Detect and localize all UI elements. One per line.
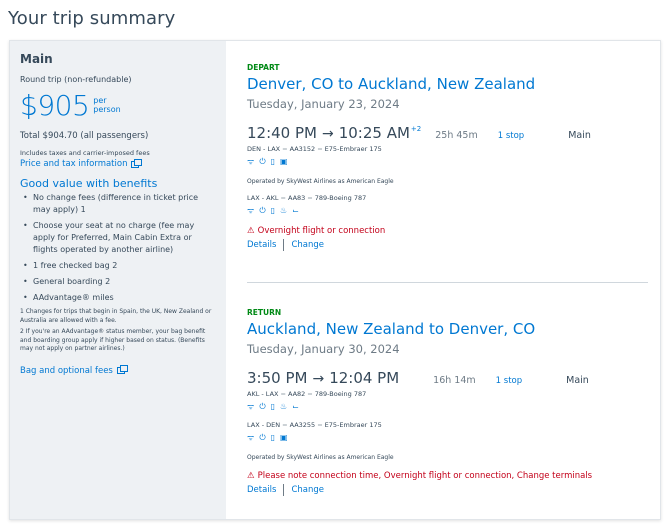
per-person-label: per person [93, 96, 121, 114]
depart-flight-1-amenities: ᯤ ⏻ ▯ ▣ [247, 157, 647, 167]
usb-icon: ▯ [270, 433, 276, 442]
usb-icon: ▯ [270, 206, 276, 215]
depart-flight-2-amenities: ᯤ ⏻ ▯ ♨ ⌙ [247, 206, 647, 216]
return-flight-2-amenities: ᯤ ⏻ ▯ ▣ [247, 433, 647, 443]
usb-icon: ▯ [270, 402, 276, 411]
depart-actions: Details Change [247, 239, 647, 251]
depart-segment: DEPART Denver, CO to Auckland, New Zeala… [247, 63, 647, 251]
return-flight-1-amenities: ᯤ ⏻ ▯ ♨ ⌙ [247, 402, 647, 412]
wifi-icon: ᯤ [247, 402, 255, 411]
price-per-person: $905 [20, 89, 90, 122]
arrow-right-icon: → [312, 371, 325, 387]
wifi-icon: ᯤ [247, 157, 255, 166]
depart-label: DEPART [247, 63, 280, 72]
return-cabin: Main [566, 375, 589, 386]
food-icon: ♨ [280, 206, 288, 215]
trip-summary-card: Main Round trip (non-refundable) $905 pe… [9, 40, 661, 520]
benefit-item: No change fees (difference in ticket pri… [20, 192, 215, 216]
depart-stops-link[interactable]: 1 stop [498, 131, 524, 141]
return-duration: 16h 14m [433, 375, 476, 386]
power-icon: ⏻ [259, 157, 266, 166]
segment-divider [247, 282, 648, 283]
benefit-item: 1 free checked bag 2 [20, 260, 215, 272]
food-icon: ♨ [280, 402, 288, 411]
lie-flat-seat-icon: ⌙ [292, 402, 299, 411]
benefit-item: General boarding 2 [20, 276, 215, 288]
day-offset-badge: +2 [410, 125, 422, 133]
return-actions: Details Change [247, 484, 647, 496]
benefit-item: Choose your seat at no charge (fee may a… [20, 220, 215, 256]
wifi-icon: ᯤ [247, 206, 255, 215]
return-route: Auckland, New Zealand to Denver, CO [247, 320, 536, 338]
return-flight-2: LAX - DEN = AA3255 = E75-Embraer 175 [247, 421, 382, 429]
fare-name: Main [20, 52, 53, 66]
benefits-list: No change fees (difference in ticket pri… [20, 192, 215, 304]
footnote-2: 2 If you're an AAdvantage® status member… [20, 328, 206, 352]
usb-icon: ▯ [270, 157, 276, 166]
divider [283, 239, 285, 251]
depart-time-row: 12:40 PM → 10:25 AM +2 25h 45m 1 stop Ma… [247, 124, 647, 142]
depart-flight-1: DEN - LAX = AA3152 = E75-Embraer 175 [247, 145, 382, 153]
total-price: Total $904.70 (all passengers) [20, 131, 149, 141]
entertainment-icon: ▣ [280, 157, 288, 166]
depart-change-link[interactable]: Change [291, 240, 324, 250]
power-icon: ⏻ [259, 402, 266, 411]
benefit-item: AAdvantage® miles [20, 292, 215, 304]
power-icon: ⏻ [259, 206, 266, 215]
external-link-icon [116, 365, 128, 374]
entertainment-icon: ▣ [280, 433, 288, 442]
depart-flight-2: LAX - AKL = AA83 = 789-Boeing 787 [247, 194, 367, 202]
return-date: Tuesday, January 30, 2024 [247, 342, 400, 356]
page-title: Your trip summary [8, 8, 176, 29]
depart-date: Tuesday, January 23, 2024 [247, 97, 400, 111]
footnote-1: 1 Changes for trips that begin in Spain,… [20, 308, 212, 324]
benefits-title: Good value with benefits [20, 177, 158, 190]
return-operated-by: Operated by SkyWest Airlines as American… [247, 454, 394, 461]
power-icon: ⏻ [259, 433, 266, 442]
fare-subtitle: Round trip (non-refundable) [20, 75, 132, 84]
warning-icon: ⚠ [247, 471, 255, 481]
return-stops-link[interactable]: 1 stop [496, 376, 522, 386]
price-row: $905 per person [20, 89, 215, 122]
wifi-icon: ᯤ [247, 433, 255, 442]
depart-cabin: Main [568, 130, 591, 141]
fare-panel: Main Round trip (non-refundable) $905 pe… [10, 41, 226, 519]
taxes-note: Includes taxes and carrier-imposed fees [20, 149, 150, 157]
depart-route: Denver, CO to Auckland, New Zealand [247, 75, 536, 93]
depart-operated-by: Operated by SkyWest Airlines as American… [247, 178, 394, 185]
return-details-link[interactable]: Details [247, 485, 276, 495]
external-link-icon [131, 158, 143, 168]
arrow-right-icon: → [321, 126, 334, 142]
divider [283, 484, 285, 496]
bag-fees-link[interactable]: Bag and optional fees [20, 365, 215, 376]
return-time-row: 3:50 PM → 12:04 PM 16h 14m 1 stop Main [247, 369, 647, 387]
return-departure-time: 3:50 PM [247, 369, 308, 387]
depart-details-link[interactable]: Details [247, 240, 276, 250]
lie-flat-seat-icon: ⌙ [292, 206, 299, 215]
return-change-link[interactable]: Change [291, 485, 324, 495]
return-segment: RETURN Auckland, New Zealand to Denver, … [247, 308, 647, 496]
price-tax-info-link[interactable]: Price and tax information [20, 158, 215, 169]
depart-warning: ⚠ Overnight flight or connection [247, 226, 386, 236]
itinerary-panel: DEPART Denver, CO to Auckland, New Zeala… [226, 41, 660, 519]
return-label: RETURN [247, 308, 282, 317]
return-warning: ⚠ Please note connection time, Overnight… [247, 471, 593, 481]
depart-arrival-time: 10:25 AM [338, 124, 410, 142]
depart-departure-time: 12:40 PM [247, 124, 317, 142]
return-arrival-time: 12:04 PM [329, 369, 400, 387]
return-flight-1: AKL - LAX = AA82 = 789-Boeing 787 [247, 390, 367, 398]
depart-duration: 25h 45m [435, 130, 478, 141]
warning-icon: ⚠ [247, 226, 255, 236]
